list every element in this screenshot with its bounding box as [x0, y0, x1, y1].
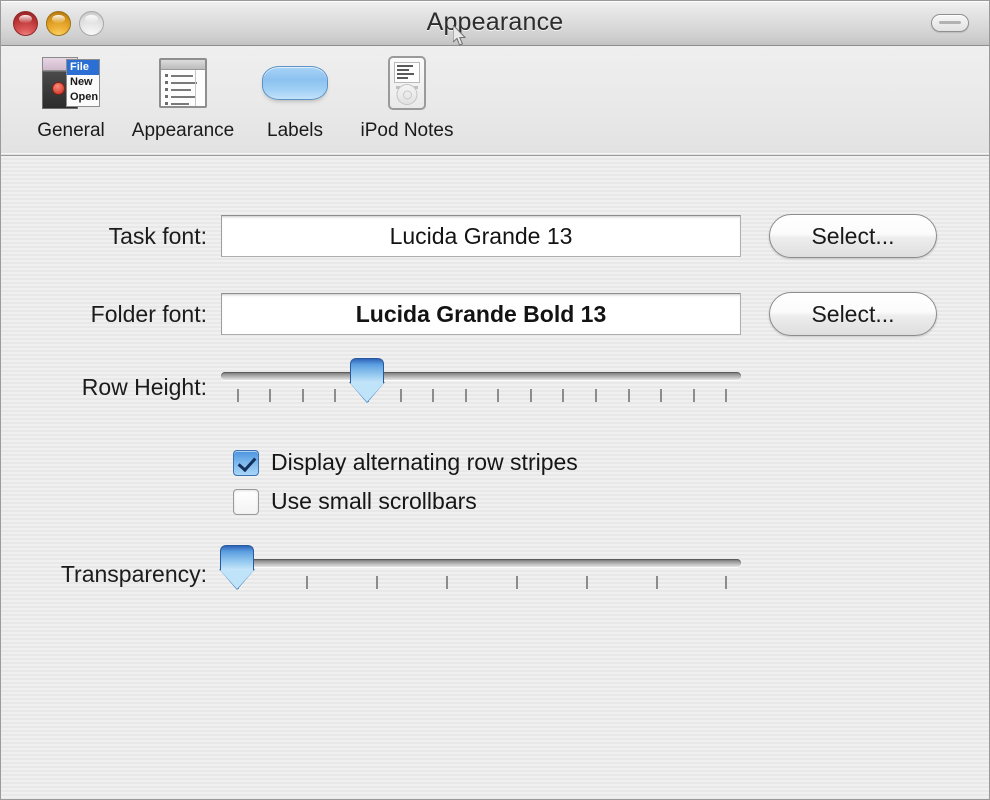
toolbar-label-labels: Labels [267, 120, 323, 141]
slider-tick [595, 389, 598, 402]
slider-tick [306, 576, 309, 589]
transparency-slider-ticks [221, 576, 741, 590]
slider-tick [376, 576, 379, 589]
task-font-field[interactable]: Lucida Grande 13 [221, 215, 741, 257]
window-titlebar: Appearance [1, 1, 989, 46]
folder-font-row: Folder font: Lucida Grande Bold 13 Selec… [1, 292, 989, 336]
general-icon-menu-item-3: Open [70, 91, 99, 103]
task-font-row: Task font: Lucida Grande 13 Select... [1, 214, 989, 258]
transparency-row: Transparency: [1, 545, 989, 590]
toolbar-label-general: General [37, 120, 105, 141]
slider-tick [399, 389, 402, 402]
row-height-slider-track[interactable] [221, 372, 741, 380]
preferences-toolbar: File New Open General Appearance Labels … [1, 46, 989, 156]
preferences-pane-appearance: Task font: Lucida Grande 13 Select... Fo… [1, 156, 989, 799]
checkbox-row-alternating-stripes[interactable]: Display alternating row stripes [233, 449, 989, 476]
slider-tick [334, 389, 337, 402]
ipod-icon [388, 56, 426, 110]
folder-font-field[interactable]: Lucida Grande Bold 13 [221, 293, 741, 335]
appearance-checkbox-group: Display alternating row stripes Use smal… [1, 449, 989, 515]
blue-pill-icon [262, 66, 328, 100]
toolbar-item-general[interactable]: File New Open General [15, 52, 127, 142]
small-scrollbars-checkbox[interactable] [233, 488, 259, 515]
menu-document-icon: File New Open [42, 57, 100, 109]
slider-tick [660, 389, 663, 402]
folder-font-label: Folder font: [90, 300, 207, 327]
toolbar-icon-wrap [262, 52, 328, 114]
slider-tick [515, 576, 518, 589]
row-height-label: Row Height: [81, 374, 207, 400]
row-height-slider-thumb[interactable] [348, 358, 385, 403]
window-title: Appearance [426, 8, 564, 36]
task-font-select-button[interactable]: Select... [769, 214, 937, 258]
toolbar-icon-wrap: File New Open [42, 52, 100, 114]
folder-font-select-button[interactable]: Select... [769, 292, 937, 336]
toolbar-label-appearance: Appearance [131, 120, 235, 141]
row-height-slider-ticks [221, 389, 741, 403]
toolbar-icon-wrap [388, 52, 426, 114]
transparency-slider-thumb[interactable] [218, 545, 255, 590]
toolbar-item-appearance[interactable]: Appearance [127, 52, 239, 142]
transparency-slider-track[interactable] [221, 559, 741, 567]
slider-tick [725, 576, 728, 589]
slider-tick [562, 389, 565, 402]
slider-tick [725, 389, 728, 402]
row-height-slider[interactable] [221, 358, 741, 403]
toolbar-label-ipod-notes: iPod Notes [360, 120, 454, 141]
slider-tick [464, 389, 467, 402]
slider-tick [301, 389, 304, 402]
toolbar-item-labels[interactable]: Labels [239, 52, 351, 142]
slider-tick [529, 389, 532, 402]
row-height-row: Row Height: [1, 358, 989, 403]
slider-tick [497, 389, 500, 402]
alternating-row-stripes-label: Display alternating row stripes [271, 449, 578, 475]
slider-tick [236, 389, 239, 402]
slider-tick [269, 389, 272, 402]
general-icon-menu-item-1: File [67, 60, 99, 75]
transparency-label: Transparency: [60, 561, 207, 587]
checkbox-row-small-scrollbars[interactable]: Use small scrollbars [233, 488, 989, 515]
toolbar-item-ipod-notes[interactable]: iPod Notes [351, 52, 463, 142]
slider-tick [627, 389, 630, 402]
list-window-icon [159, 58, 207, 108]
small-scrollbars-label: Use small scrollbars [271, 488, 477, 514]
slider-tick [446, 576, 449, 589]
task-font-label: Task font: [108, 222, 207, 249]
slider-tick [585, 576, 588, 589]
slider-tick [432, 389, 435, 402]
toolbar-toggle-button[interactable] [931, 14, 969, 32]
alternating-row-stripes-checkbox[interactable] [233, 449, 259, 476]
appearance-preferences-window: Appearance File New Open General Appeara… [0, 0, 990, 800]
slider-tick [692, 389, 695, 402]
slider-tick [655, 576, 658, 589]
general-icon-menu-item-2: New [70, 76, 93, 88]
transparency-slider[interactable] [218, 545, 741, 590]
toolbar-icon-wrap [159, 52, 207, 114]
